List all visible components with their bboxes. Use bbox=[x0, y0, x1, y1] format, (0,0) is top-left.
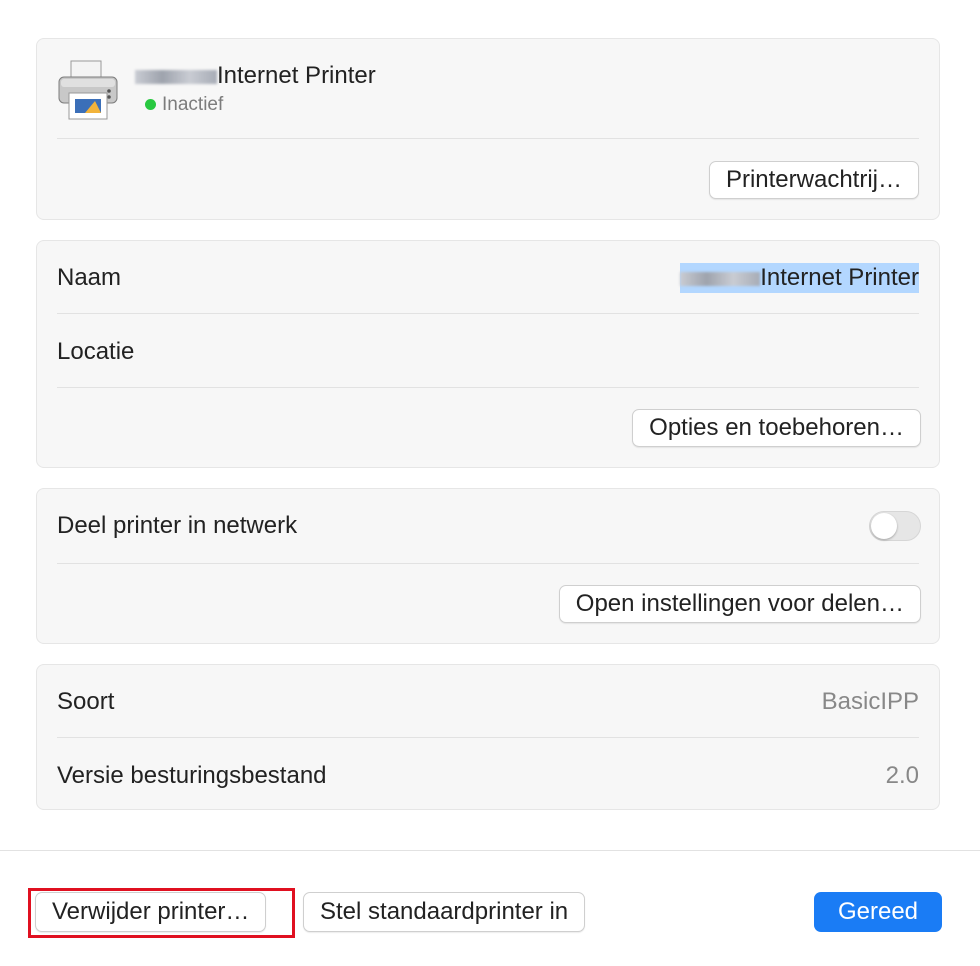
share-toggle[interactable] bbox=[869, 511, 921, 541]
printer-queue-button[interactable]: Printerwachtrij… bbox=[708, 161, 919, 199]
status-dot-icon bbox=[145, 99, 156, 111]
printer-name-text: Internet Printer bbox=[217, 62, 376, 89]
share-label: Deel printer in netwerk bbox=[57, 512, 298, 539]
location-label: Locatie bbox=[57, 338, 135, 365]
toggle-knob bbox=[871, 513, 897, 539]
sharing-card: Deel printer in netwerk Open instellinge… bbox=[36, 488, 940, 644]
printer-name: Internet Printer bbox=[135, 61, 376, 91]
divider bbox=[57, 737, 919, 738]
location-field[interactable] bbox=[337, 335, 919, 369]
type-value: BasicIPP bbox=[821, 688, 919, 715]
name-label: Naam bbox=[57, 264, 122, 291]
details-card: Naam Internet Printer Locatie Opties en … bbox=[36, 240, 940, 468]
driver-version-value: 2.0 bbox=[885, 762, 919, 789]
footer-divider bbox=[0, 850, 980, 851]
done-button[interactable]: Gereed bbox=[814, 892, 942, 932]
status-text: Inactief bbox=[162, 94, 224, 115]
divider bbox=[57, 313, 919, 314]
divider bbox=[57, 563, 919, 564]
printer-status: Inactief bbox=[145, 93, 223, 117]
name-value: Internet Printer bbox=[760, 264, 919, 291]
redacted-name-prefix bbox=[680, 271, 761, 286]
printer-header-card: Internet Printer Inactief Printerwachtri… bbox=[36, 38, 940, 220]
name-field[interactable]: Internet Printer bbox=[680, 263, 919, 293]
options-button[interactable]: Opties en toebehoren… bbox=[632, 409, 921, 447]
printer-icon bbox=[55, 57, 121, 123]
set-default-printer-button[interactable]: Stel standaardprinter in bbox=[303, 892, 586, 932]
open-sharing-button[interactable]: Open instellingen voor delen… bbox=[558, 585, 921, 623]
info-card: Soort BasicIPP Versie besturingsbestand … bbox=[36, 664, 940, 810]
redacted-name-prefix bbox=[135, 69, 217, 84]
driver-version-label: Versie besturingsbestand bbox=[57, 762, 327, 789]
divider bbox=[57, 138, 919, 139]
divider bbox=[57, 387, 919, 388]
remove-printer-button[interactable]: Verwijder printer… bbox=[35, 892, 267, 932]
type-label: Soort bbox=[57, 688, 115, 715]
